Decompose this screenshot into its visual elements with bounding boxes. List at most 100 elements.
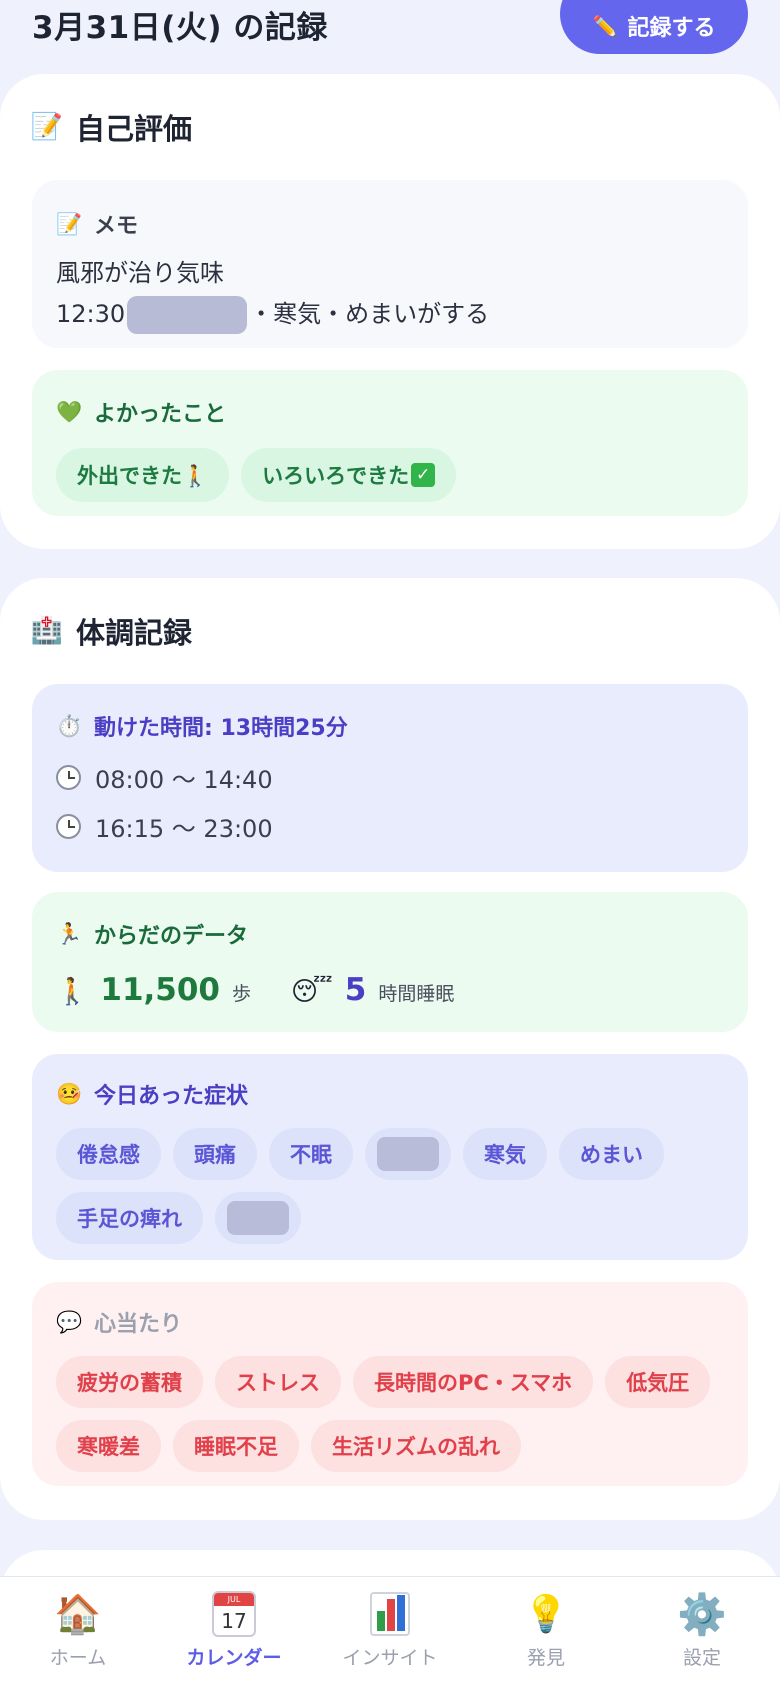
good-thing-chip: 外出できた🚶 bbox=[56, 448, 230, 502]
sleeping-face-icon: 😴 bbox=[291, 977, 333, 1007]
calendar-icon-body: JUL 17 bbox=[212, 1591, 256, 1637]
clock-icon bbox=[56, 765, 81, 790]
feverish-face-icon: 🤒 bbox=[56, 1081, 83, 1106]
cause-chip: ストレス bbox=[215, 1356, 341, 1408]
symptom-chip: めまい bbox=[559, 1128, 664, 1180]
cause-chip: 寒暖差 bbox=[56, 1420, 161, 1472]
self-eval-title-text: 自己評価 bbox=[76, 112, 193, 146]
causes-header: 💬 心当たり bbox=[56, 1306, 724, 1338]
record-button[interactable]: ✏️ 記録する bbox=[560, 0, 748, 54]
nav-label: カレンダー bbox=[186, 1647, 282, 1669]
nav-label: ホーム bbox=[49, 1647, 107, 1669]
health-record-title: 🏥 体調記録 bbox=[30, 610, 193, 652]
cause-chip: 疲労の蓄積 bbox=[56, 1356, 203, 1408]
redacted-text bbox=[377, 1137, 439, 1171]
memo-line-2: 12:30 ・寒気・めまいがする bbox=[56, 296, 724, 334]
health-record-card: 🏥 体調記録 ⏱️ 動けた時間: 13時間25分 08:00 〜 14:40 1… bbox=[0, 578, 780, 1520]
sleep-unit: 時間睡眠 bbox=[378, 983, 455, 1005]
body-data-panel: 🏃 からだのデータ 🚶 11,500 歩 😴 5 時間睡眠 bbox=[32, 892, 748, 1032]
body-data-header: 🏃 からだのデータ bbox=[56, 918, 724, 950]
nav-item-settings[interactable]: ⚙️ 設定 bbox=[624, 1577, 780, 1688]
symptom-chip: 寒気 bbox=[463, 1128, 547, 1180]
nav-label: 発見 bbox=[526, 1647, 565, 1669]
active-time-header: ⏱️ 動けた時間: 13時間25分 bbox=[56, 710, 724, 742]
memo-line-1: 風邪が治り気味 bbox=[56, 259, 224, 287]
stopwatch-icon: ⏱️ bbox=[56, 713, 83, 738]
nav-label: インサイト bbox=[342, 1647, 438, 1669]
symptoms-list: 倦怠感 頭痛 不眠 寒気 めまい 手足の痺れ bbox=[56, 1128, 724, 1244]
memo-icon: 📝 bbox=[30, 112, 64, 142]
symptom-chip: 倦怠感 bbox=[56, 1128, 161, 1180]
symptom-chip: 不眠 bbox=[269, 1128, 353, 1180]
gear-icon: ⚙️ bbox=[677, 1591, 727, 1638]
nav-item-calendar[interactable]: JUL 17 カレンダー bbox=[156, 1577, 312, 1688]
memo-icon: 📝 bbox=[56, 211, 83, 236]
good-things-header: 💚 よかったこと bbox=[56, 396, 724, 428]
symptoms-panel: 🤒 今日あった症状 倦怠感 頭痛 不眠 寒気 めまい 手足の痺れ bbox=[32, 1054, 748, 1260]
memo-line-2-suffix: ・寒気・めまいがする bbox=[249, 300, 490, 328]
lightbulb-icon: 💡 bbox=[523, 1594, 569, 1635]
bar-chart-icon-bar bbox=[377, 1611, 385, 1631]
good-things-label: よかったこと bbox=[94, 402, 227, 427]
active-time-label: 動けた時間: 13時間25分 bbox=[94, 716, 348, 741]
page: 3月31日(火) の記録 ✏️ 記録する 📝 自己評価 📝 メモ 風邪が治り気味… bbox=[0, 0, 780, 1688]
record-button-label: 記録する bbox=[627, 16, 716, 41]
time-range-text: 08:00 〜 14:40 bbox=[95, 766, 273, 794]
good-thing-chip: いろいろできた ✓ bbox=[241, 448, 457, 502]
symptom-chip: 手足の痺れ bbox=[56, 1192, 203, 1244]
steps-unit: 歩 bbox=[232, 983, 252, 1005]
active-time-panel: ⏱️ 動けた時間: 13時間25分 08:00 〜 14:40 16:15 〜 … bbox=[32, 684, 748, 872]
cause-chip: 低気圧 bbox=[605, 1356, 711, 1408]
hospital-icon: 🏥 bbox=[30, 616, 64, 646]
nav-item-insight[interactable]: インサイト bbox=[312, 1577, 468, 1688]
memo-header: 📝 メモ bbox=[56, 208, 724, 240]
runner-icon: 🏃 bbox=[56, 921, 83, 946]
sleep-value: 5 bbox=[344, 972, 367, 1008]
cause-chip: 生活リズムの乱れ bbox=[311, 1420, 521, 1472]
redacted-text bbox=[127, 296, 248, 334]
calendar-icon-month: JUL bbox=[214, 1593, 254, 1606]
bottom-nav: 🏠 ホーム JUL 17 カレンダー インサイト 💡 発見 ⚙️ 設定 bbox=[0, 1576, 780, 1688]
causes-list: 疲労の蓄積 ストレス 長時間のPC・スマホ 低気圧 寒暖差 睡眠不足 生活リズム… bbox=[56, 1356, 724, 1472]
time-range-row: 16:15 〜 23:00 bbox=[56, 809, 724, 844]
page-title: 3月31日(火) の記録 bbox=[32, 10, 328, 46]
pencil-icon: ✏️ bbox=[592, 14, 618, 38]
good-things-list: 外出できた🚶 いろいろできた ✓ bbox=[56, 448, 724, 502]
bar-chart-icon-bar bbox=[387, 1599, 395, 1631]
nav-item-home[interactable]: 🏠 ホーム bbox=[0, 1577, 156, 1688]
bar-chart-icon bbox=[370, 1591, 410, 1637]
memo-label: メモ bbox=[94, 214, 139, 239]
house-icon: 🏠 bbox=[54, 1591, 102, 1636]
body-stats: 🚶 11,500 歩 😴 5 時間睡眠 bbox=[56, 972, 724, 1008]
memo-panel: 📝 メモ 風邪が治り気味 12:30 ・寒気・めまいがする bbox=[32, 180, 748, 348]
steps-value: 11,500 bbox=[100, 972, 221, 1008]
walker-icon: 🚶 bbox=[56, 977, 89, 1007]
cause-chip: 睡眠不足 bbox=[173, 1420, 299, 1472]
nav-item-discover[interactable]: 💡 発見 bbox=[468, 1577, 624, 1688]
body-data-label: からだのデータ bbox=[94, 924, 249, 949]
symptoms-header: 🤒 今日あった症状 bbox=[56, 1078, 724, 1110]
time-range-row: 08:00 〜 14:40 bbox=[56, 760, 724, 795]
self-eval-title: 📝 自己評価 bbox=[30, 106, 193, 148]
good-things-panel: 💚 よかったこと 外出できた🚶 いろいろできた ✓ bbox=[32, 370, 748, 516]
green-heart-icon: 💚 bbox=[56, 399, 83, 424]
cause-chip: 長時間のPC・スマホ bbox=[353, 1356, 594, 1408]
speech-bubble-icon: 💬 bbox=[56, 1309, 83, 1334]
bar-chart-icon-body bbox=[370, 1592, 410, 1636]
causes-label: 心当たり bbox=[94, 1312, 183, 1337]
nav-label: 設定 bbox=[682, 1647, 721, 1669]
calendar-icon-day: 17 bbox=[221, 1609, 247, 1633]
good-thing-text: いろいろできた bbox=[262, 464, 410, 488]
symptom-chip-redacted bbox=[365, 1128, 451, 1180]
symptom-chip: 頭痛 bbox=[173, 1128, 257, 1180]
redacted-text bbox=[227, 1201, 289, 1235]
time-range-text: 16:15 〜 23:00 bbox=[95, 815, 273, 843]
self-eval-card: 📝 自己評価 📝 メモ 風邪が治り気味 12:30 ・寒気・めまいがする 💚 よか… bbox=[0, 74, 780, 549]
causes-panel: 💬 心当たり 疲労の蓄積 ストレス 長時間のPC・スマホ 低気圧 寒暖差 睡眠不… bbox=[32, 1282, 748, 1486]
symptoms-label: 今日あった症状 bbox=[94, 1084, 249, 1109]
check-mark-icon: ✓ bbox=[411, 463, 436, 487]
health-record-title-text: 体調記録 bbox=[76, 616, 193, 650]
bar-chart-icon-bar bbox=[397, 1595, 405, 1631]
clock-icon bbox=[56, 814, 81, 839]
calendar-icon: JUL 17 bbox=[212, 1591, 256, 1637]
